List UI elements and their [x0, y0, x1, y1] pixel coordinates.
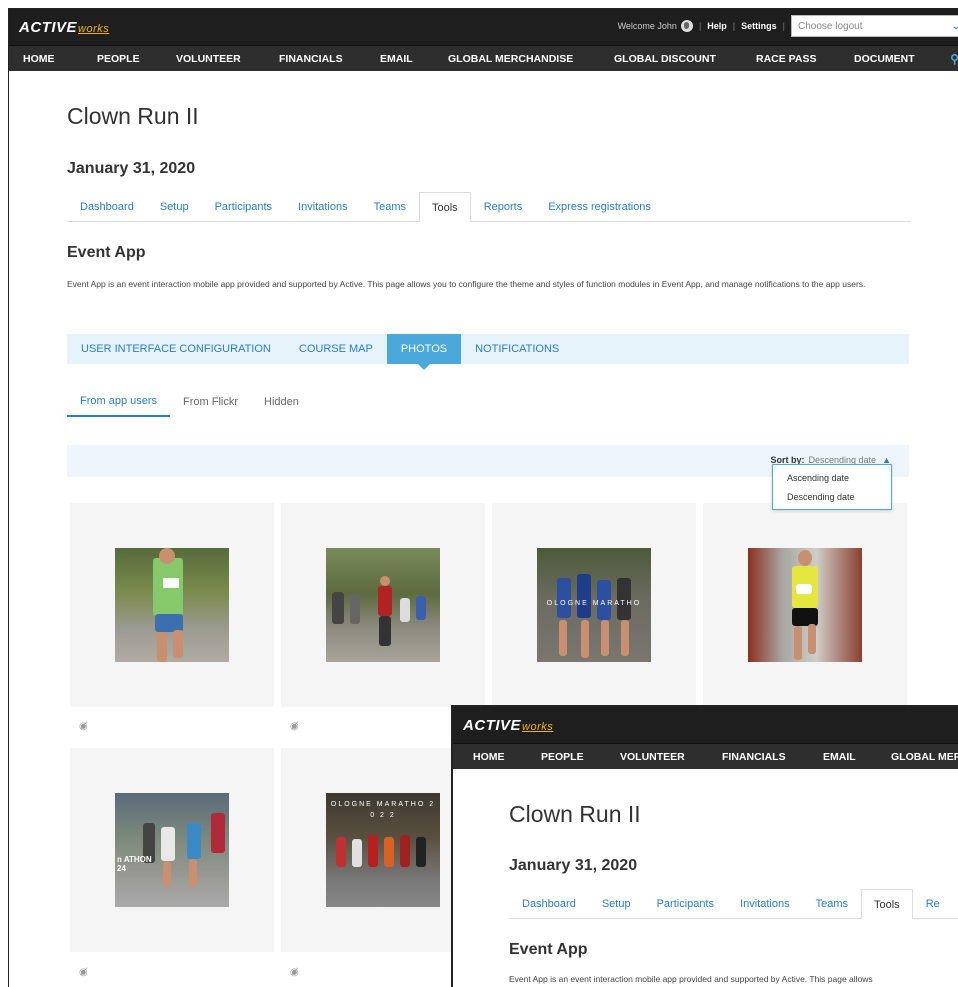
photo-thumbnail[interactable]: n ATHON 24: [115, 793, 229, 907]
tab-teams[interactable]: Teams: [803, 888, 861, 918]
event-tabs: Dashboard Setup Participants Invitations…: [509, 889, 958, 919]
nav-people[interactable]: PEOPLE: [541, 751, 584, 763]
settings-link[interactable]: Settings: [741, 21, 777, 31]
photo-card[interactable]: n ATHON 24: [70, 748, 274, 952]
eye-hide-icon[interactable]: ◉̸: [290, 721, 299, 732]
main-nav: HOME PEOPLE VOLUNTEER FINANCIALS EMAIL G…: [9, 45, 958, 71]
tab-tools[interactable]: Tools: [419, 192, 471, 222]
event-date: January 31, 2020: [509, 857, 638, 874]
nav-home[interactable]: HOME: [473, 751, 505, 763]
tab-setup[interactable]: Setup: [147, 191, 202, 221]
photo-thumbnail[interactable]: [748, 548, 862, 662]
photo-thumbnail[interactable]: OLOGNE MARATHO: [537, 548, 651, 662]
section-title: Event App: [509, 941, 588, 958]
photo-card[interactable]: OLOGNE MARATHO: [492, 503, 696, 707]
search-icon[interactable]: ⚲: [950, 52, 958, 66]
event-title: Clown Run II: [509, 801, 641, 827]
event-tabs: Dashboard Setup Participants Invitations…: [67, 192, 911, 222]
section-description: Event App is an event interaction mobile…: [509, 974, 873, 984]
section-description: Event App is an event interaction mobile…: [67, 279, 866, 289]
top-bar: ACTIVE works Welcome John | Help | Settin…: [9, 9, 958, 45]
main-nav: HOME PEOPLE VOLUNTEER FINANCIALS EMAIL G…: [453, 743, 958, 769]
photo-card[interactable]: [70, 503, 274, 707]
nav-global-merchandise[interactable]: GLOBAL MER: [891, 751, 958, 763]
nav-financials[interactable]: FINANCIALS: [279, 53, 343, 65]
sort-dropdown: Ascending date Descending date: [772, 464, 892, 510]
tab-setup[interactable]: Setup: [589, 888, 644, 918]
config-tab-course-map[interactable]: COURSE MAP: [285, 334, 387, 364]
nav-home[interactable]: HOME: [23, 53, 55, 65]
activeworks-logo[interactable]: ACTIVE works: [463, 717, 553, 734]
chevron-down-icon: ⌄: [950, 21, 958, 32]
overlay-window: ACTIVE works HOME PEOPLE VOLUNTEER FINANC…: [452, 706, 958, 987]
nav-global-merchandise[interactable]: GLOBAL MERCHANDISE: [448, 53, 573, 65]
divider: |: [698, 21, 702, 31]
logout-select-value: Choose logout: [798, 20, 863, 32]
config-tab-photos[interactable]: PHOTOS: [386, 334, 462, 370]
config-tab-ui[interactable]: USER INTERFACE CONFIGURATION: [67, 334, 285, 364]
sort-option-ascending[interactable]: Ascending date: [773, 468, 891, 487]
eye-hide-icon[interactable]: ◉̸: [79, 721, 88, 732]
nav-volunteer[interactable]: VOLUNTEER: [620, 751, 685, 763]
tab-teams[interactable]: Teams: [361, 191, 419, 221]
eye-hide-icon[interactable]: ◉̸: [79, 967, 88, 978]
eye-hide-icon[interactable]: ◉̸: [290, 967, 299, 978]
nav-people[interactable]: PEOPLE: [97, 53, 140, 65]
photo-tab-hidden[interactable]: Hidden: [251, 387, 312, 417]
tab-dashboard[interactable]: Dashboard: [67, 191, 147, 221]
nav-document[interactable]: DOCUMENT: [854, 53, 915, 65]
nav-race-pass[interactable]: RACE PASS: [756, 53, 816, 65]
top-bar: ACTIVE works: [453, 707, 958, 743]
tab-participants[interactable]: Participants: [644, 888, 727, 918]
logout-select[interactable]: Choose logout ⌄: [791, 15, 958, 37]
sort-option-descending[interactable]: Descending date: [773, 487, 891, 506]
activeworks-logo[interactable]: ACTIVE works: [19, 19, 109, 36]
tab-reports[interactable]: Re: [913, 888, 953, 918]
tab-express-registrations[interactable]: Express registrations: [535, 191, 664, 221]
config-tabs: USER INTERFACE CONFIGURATION COURSE MAP …: [67, 334, 909, 370]
photo-card[interactable]: [703, 503, 907, 707]
user-menu: Welcome John | Help | Settings | Choose …: [618, 15, 958, 37]
section-title: Event App: [67, 244, 146, 261]
nav-global-discount[interactable]: GLOBAL DISCOUNT: [614, 53, 716, 65]
photo-thumbnail[interactable]: OLOGNE MARATHO 2 0 2 2: [326, 793, 440, 907]
logo-text: ACTIVE: [463, 716, 522, 734]
nav-volunteer[interactable]: VOLUNTEER: [176, 53, 241, 65]
globe-icon[interactable]: [680, 20, 693, 32]
photo-tab-flickr[interactable]: From Flickr: [170, 387, 251, 417]
tab-participants[interactable]: Participants: [202, 191, 285, 221]
config-tab-notifications[interactable]: NOTIFICATIONS: [461, 334, 573, 364]
photo-thumbnail[interactable]: [115, 548, 229, 662]
event-title: Clown Run II: [67, 103, 199, 129]
divider: |: [782, 21, 785, 31]
photo-source-tabs: From app users From Flickr Hidden: [67, 387, 312, 417]
logo-suffix: works: [522, 720, 554, 733]
logo-suffix: works: [78, 22, 110, 35]
photo-watermark: n ATHON 24: [117, 855, 152, 873]
logo-text: ACTIVE: [19, 18, 78, 36]
photo-card[interactable]: [281, 503, 485, 707]
tab-invitations[interactable]: Invitations: [727, 888, 803, 918]
photo-watermark: OLOGNE MARATHO 2 0 2 2: [330, 801, 436, 819]
tab-tools[interactable]: Tools: [861, 889, 913, 919]
photo-thumbnail[interactable]: [326, 548, 440, 662]
help-link[interactable]: Help: [707, 21, 727, 31]
tab-invitations[interactable]: Invitations: [285, 191, 361, 221]
photo-tab-app-users[interactable]: From app users: [67, 387, 171, 417]
nav-email[interactable]: EMAIL: [380, 53, 413, 65]
tab-dashboard[interactable]: Dashboard: [509, 888, 589, 918]
welcome-text: Welcome John: [617, 21, 677, 31]
photo-watermark: OLOGNE MARATHO: [546, 600, 642, 607]
nav-financials[interactable]: FINANCIALS: [722, 751, 786, 763]
divider: |: [732, 21, 736, 31]
nav-email[interactable]: EMAIL: [823, 751, 856, 763]
tab-reports[interactable]: Reports: [471, 191, 536, 221]
event-date: January 31, 2020: [67, 160, 196, 177]
